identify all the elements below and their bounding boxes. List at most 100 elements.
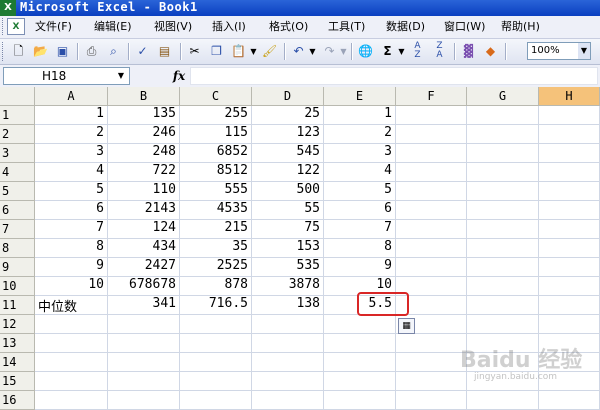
cell-c14[interactable] — [180, 353, 252, 372]
cell-b11[interactable]: 341 — [108, 296, 180, 315]
row-header-15[interactable]: 15 — [0, 372, 35, 391]
zoom-select[interactable]: 100% ▼ — [527, 42, 591, 60]
cell-d6[interactable]: 55 — [252, 201, 324, 220]
cell-h3[interactable] — [539, 144, 600, 163]
insert-function-icon[interactable]: fx — [170, 68, 188, 84]
cell-g2[interactable] — [467, 125, 539, 144]
cell-a15[interactable] — [35, 372, 108, 391]
row-header-4[interactable]: 4 — [0, 163, 35, 182]
cell-h12[interactable] — [539, 315, 600, 334]
column-header-d[interactable]: D — [252, 87, 324, 106]
cell-e16[interactable] — [324, 391, 396, 410]
row-header-2[interactable]: 2 — [0, 125, 35, 144]
autosum-icon[interactable]: Σ — [378, 42, 397, 61]
cell-c5[interactable]: 555 — [180, 182, 252, 201]
cell-g10[interactable] — [467, 277, 539, 296]
row-header-9[interactable]: 9 — [0, 258, 35, 277]
row-header-11[interactable]: 11 — [0, 296, 35, 315]
cell-d16[interactable] — [252, 391, 324, 410]
cell-f14[interactable] — [396, 353, 467, 372]
cell-d1[interactable]: 25 — [252, 106, 324, 125]
cell-a16[interactable] — [35, 391, 108, 410]
cell-h8[interactable] — [539, 239, 600, 258]
cell-a11[interactable]: 中位数 — [35, 296, 108, 315]
cell-a12[interactable] — [35, 315, 108, 334]
cell-b2[interactable]: 246 — [108, 125, 180, 144]
cell-f3[interactable] — [396, 144, 467, 163]
sort-descending-icon[interactable]: ZA — [430, 42, 449, 61]
cell-c8[interactable]: 35 — [180, 239, 252, 258]
cell-d3[interactable]: 545 — [252, 144, 324, 163]
cell-e9[interactable]: 9 — [324, 258, 396, 277]
chart-icon[interactable]: ▓ — [459, 42, 478, 61]
cell-b12[interactable] — [108, 315, 180, 334]
cell-b15[interactable] — [108, 372, 180, 391]
column-header-g[interactable]: G — [467, 87, 539, 106]
cell-c3[interactable]: 6852 — [180, 144, 252, 163]
workbook-icon[interactable]: X — [7, 18, 25, 35]
open-icon[interactable]: 📂 — [31, 42, 50, 61]
cell-h16[interactable] — [539, 391, 600, 410]
cell-g5[interactable] — [467, 182, 539, 201]
cell-g16[interactable] — [467, 391, 539, 410]
cell-a5[interactable]: 5 — [35, 182, 108, 201]
research-icon[interactable]: ▤ — [155, 42, 174, 61]
cell-f9[interactable] — [396, 258, 467, 277]
cell-a13[interactable] — [35, 334, 108, 353]
cell-g9[interactable] — [467, 258, 539, 277]
cell-e8[interactable]: 8 — [324, 239, 396, 258]
cell-g8[interactable] — [467, 239, 539, 258]
cell-c16[interactable] — [180, 391, 252, 410]
cell-c2[interactable]: 115 — [180, 125, 252, 144]
cell-d2[interactable]: 123 — [252, 125, 324, 144]
cut-icon[interactable]: ✂ — [185, 42, 204, 61]
cell-h2[interactable] — [539, 125, 600, 144]
cell-h7[interactable] — [539, 220, 600, 239]
new-icon[interactable]: 🗋 — [9, 42, 28, 61]
row-header-3[interactable]: 3 — [0, 144, 35, 163]
column-header-h[interactable]: H — [539, 87, 600, 106]
row-header-10[interactable]: 10 — [0, 277, 35, 296]
undo-dropdown-icon[interactable]: ▼ — [308, 42, 317, 61]
redo-dropdown-icon[interactable]: ▼ — [339, 42, 348, 61]
cell-f4[interactable] — [396, 163, 467, 182]
column-header-f[interactable]: F — [396, 87, 467, 106]
save-icon[interactable]: ▣ — [53, 42, 72, 61]
cell-c4[interactable]: 8512 — [180, 163, 252, 182]
menubar-grip[interactable] — [2, 18, 6, 35]
row-header-16[interactable]: 16 — [0, 391, 35, 410]
cell-d15[interactable] — [252, 372, 324, 391]
cell-d4[interactable]: 122 — [252, 163, 324, 182]
cell-b13[interactable] — [108, 334, 180, 353]
cell-e12[interactable] — [324, 315, 396, 334]
cell-e7[interactable]: 7 — [324, 220, 396, 239]
cell-e3[interactable]: 3 — [324, 144, 396, 163]
menu-edit[interactable]: 编辑(E) — [92, 19, 134, 35]
cell-a3[interactable]: 3 — [35, 144, 108, 163]
cell-c12[interactable] — [180, 315, 252, 334]
drawing-icon[interactable]: ◆ — [481, 42, 500, 61]
row-header-7[interactable]: 7 — [0, 220, 35, 239]
cell-b3[interactable]: 248 — [108, 144, 180, 163]
select-all-corner[interactable] — [0, 87, 35, 106]
cell-d8[interactable]: 153 — [252, 239, 324, 258]
menu-view[interactable]: 视图(V) — [152, 19, 194, 35]
cell-f2[interactable] — [396, 125, 467, 144]
row-header-12[interactable]: 12 — [0, 315, 35, 334]
paste-dropdown-icon[interactable]: ▼ — [249, 42, 258, 61]
cell-d13[interactable] — [252, 334, 324, 353]
cell-b5[interactable]: 110 — [108, 182, 180, 201]
cell-h6[interactable] — [539, 201, 600, 220]
redo-icon[interactable]: ↷ — [320, 42, 339, 61]
cell-g7[interactable] — [467, 220, 539, 239]
column-header-c[interactable]: C — [180, 87, 252, 106]
cell-b6[interactable]: 2143 — [108, 201, 180, 220]
cell-b16[interactable] — [108, 391, 180, 410]
menu-format[interactable]: 格式(O) — [267, 19, 310, 35]
format-painter-icon[interactable]: 🖌 — [260, 42, 279, 61]
cell-c1[interactable]: 255 — [180, 106, 252, 125]
cell-a8[interactable]: 8 — [35, 239, 108, 258]
cell-c13[interactable] — [180, 334, 252, 353]
cell-b1[interactable]: 135 — [108, 106, 180, 125]
cell-g12[interactable] — [467, 315, 539, 334]
